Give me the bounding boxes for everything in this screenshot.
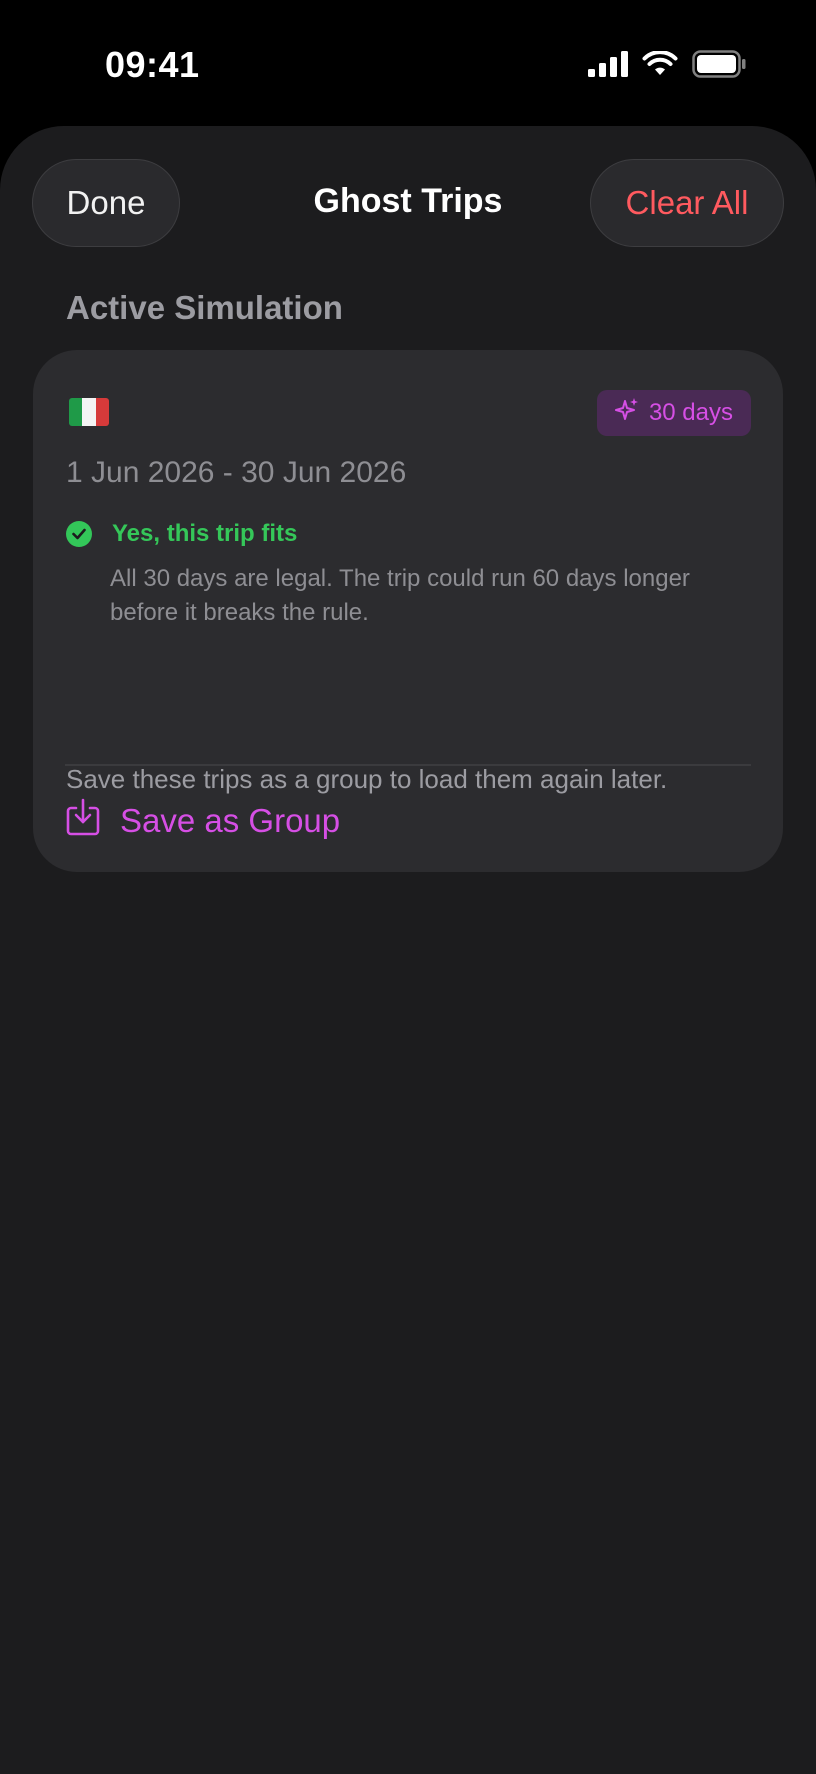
wifi-icon (642, 49, 678, 82)
save-as-group-label: Save as Group (120, 802, 341, 839)
days-badge-label: 30 days (648, 399, 733, 426)
signal-icon (588, 50, 628, 82)
save-as-group-button[interactable]: Save as Group (66, 798, 340, 844)
battery-icon (692, 49, 746, 83)
status-time: 09:41 (105, 44, 200, 85)
italy-flag-icon (69, 398, 109, 426)
footer-note: Save these trips as a group to load them… (66, 764, 668, 794)
ghost-trips-sheet: Done Ghost Trips Clear All Active Simula… (0, 126, 816, 1774)
sparkle-icon (614, 397, 639, 430)
section-header: Active Simulation (66, 289, 343, 326)
checkmark-circle-icon (66, 521, 92, 547)
status-bar: 09:41 (0, 0, 816, 126)
days-badge: 30 days (596, 390, 751, 436)
fit-status-title: Yes, this trip fits (112, 520, 298, 547)
fit-status-row: Yes, this trip fits (66, 520, 297, 548)
trip-date-range: 1 Jun 2026 - 30 Jun 2026 (66, 456, 407, 489)
clear-all-button[interactable]: Clear All (590, 159, 784, 247)
fit-status-description: All 30 days are legal. The trip could ru… (110, 565, 690, 626)
download-tray-icon (66, 798, 100, 844)
status-icons (588, 49, 746, 83)
